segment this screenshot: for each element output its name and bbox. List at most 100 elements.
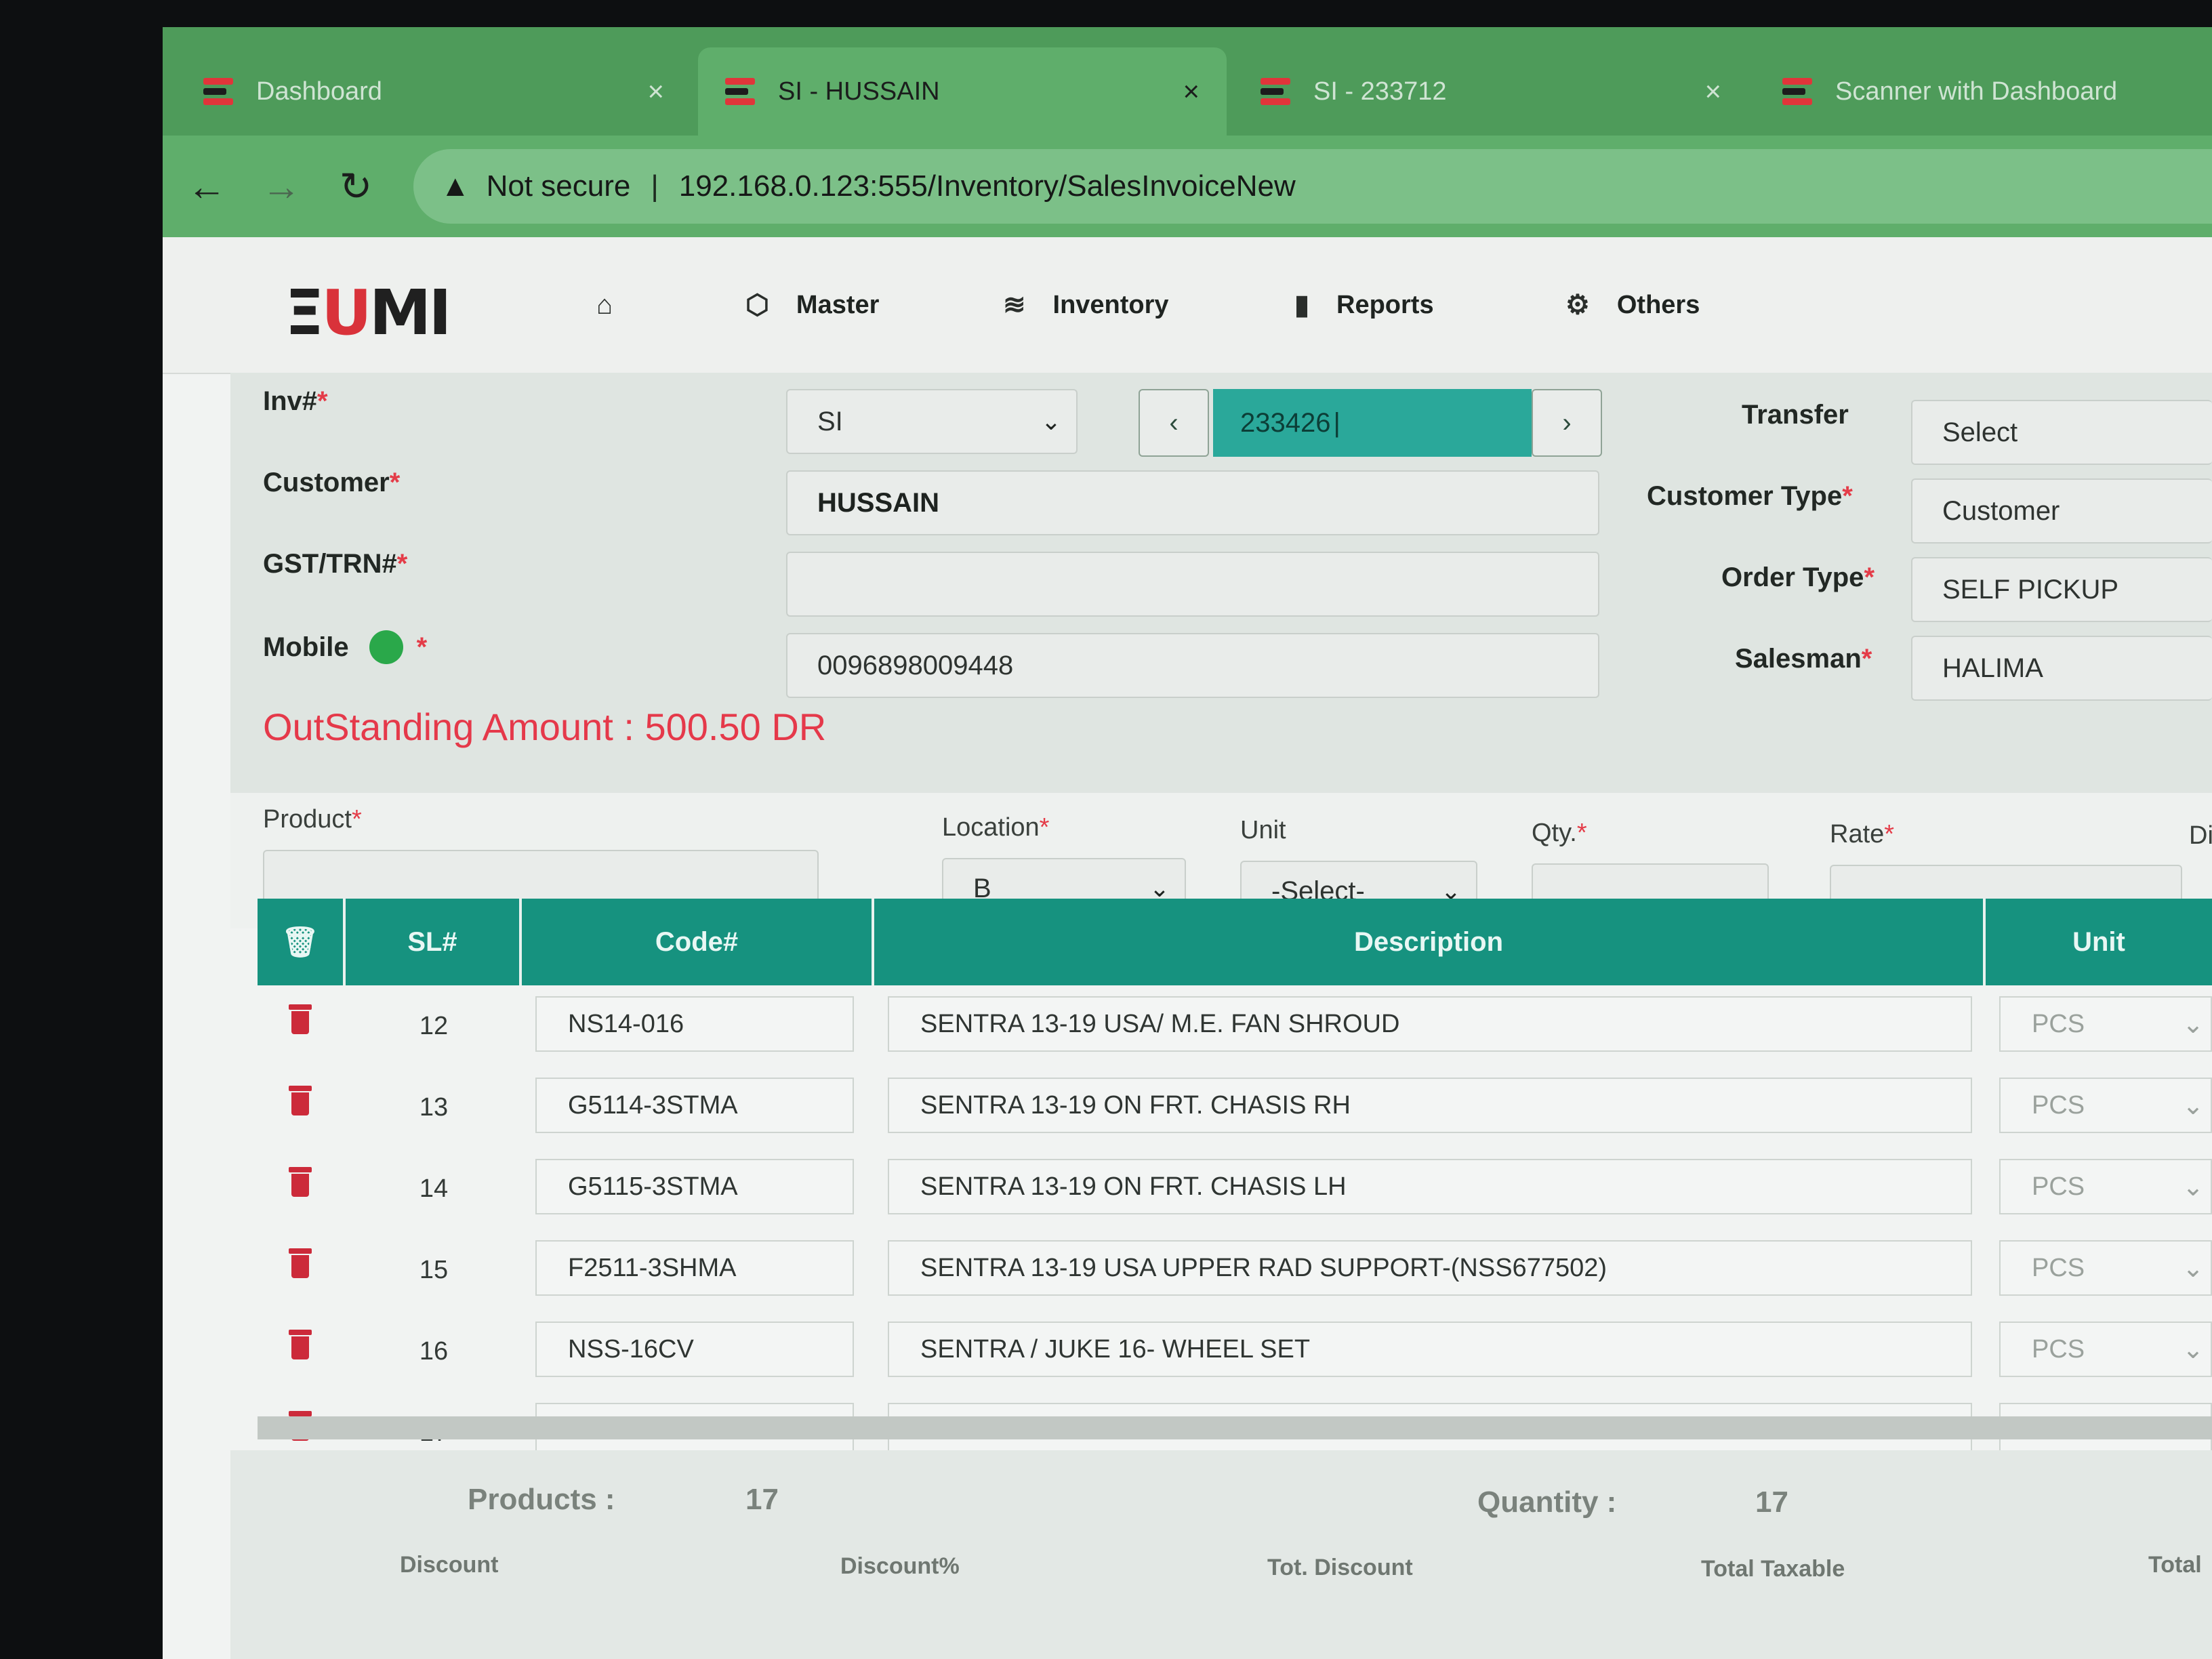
trash-icon[interactable] <box>289 1167 312 1197</box>
mobile-value: 0096898009448 <box>817 650 1014 680</box>
row-unit-value: PCS <box>2032 1334 2085 1364</box>
totals-section: Products : 17 Quantity : 17 Discount Dis… <box>230 1450 2212 1659</box>
tab-si-233712[interactable]: SI - 233712 × <box>1233 47 1748 136</box>
browser-tab-strip: Dashboard × SI - HUSSAIN × SI - 233712 ×… <box>163 27 2212 136</box>
row-unit-select[interactable]: PCS ⌄ <box>1999 1078 2212 1133</box>
app-favicon-icon <box>1782 75 1815 108</box>
tot-discount-label: Tot. Discount <box>1267 1555 1413 1580</box>
whatsapp-icon[interactable] <box>369 630 403 664</box>
customer-type-value: Customer <box>1942 495 2060 526</box>
row-unit-select[interactable]: PCS ⌄ <box>1999 1159 2212 1214</box>
row-unit-value: PCS <box>2032 1009 2085 1038</box>
salesman-select[interactable]: HALIMA <box>1911 636 2212 701</box>
trash-icon[interactable] <box>289 1086 312 1115</box>
nav-label: Reports <box>1336 290 1434 319</box>
tab-title: Dashboard <box>256 77 382 106</box>
table-row: 15 F2511-3SHMA SENTRA 13-19 USA UPPER RA… <box>258 1229 2212 1311</box>
customer-value: HUSSAIN <box>817 487 940 518</box>
prev-invoice-button[interactable]: ‹ <box>1139 389 1209 457</box>
chevron-down-icon: ⌄ <box>2182 1010 2204 1039</box>
tab-title: SI - HUSSAIN <box>778 77 940 106</box>
gst-input[interactable] <box>786 552 1599 617</box>
discount-label: Di <box>2189 821 2212 850</box>
product-label: Product* <box>263 805 362 834</box>
row-description-input[interactable]: SENTRA / JUKE 16- WHEEL SET <box>888 1322 1972 1377</box>
close-icon[interactable]: × <box>647 75 664 108</box>
app-logo[interactable]: ΞUMI <box>285 276 452 349</box>
url-text: 192.168.0.123:555/Inventory/SalesInvoice… <box>678 169 1296 203</box>
chevron-down-icon: ⌄ <box>2182 1254 2204 1283</box>
salesman-label: Salesman* <box>1735 644 1872 674</box>
divider: | <box>651 169 659 203</box>
row-code-input[interactable]: G5114-3STMA <box>535 1078 854 1133</box>
customer-input[interactable]: HUSSAIN <box>786 470 1599 535</box>
total-label: Total <box>2148 1552 2202 1578</box>
row-description-input[interactable]: SENTRA 13-19 ON FRT. CHASIS LH <box>888 1159 1972 1214</box>
forward-icon[interactable]: → <box>251 156 312 217</box>
row-code-input[interactable]: NSS-16CV <box>535 1322 854 1377</box>
invoice-number-input[interactable]: 233426 | <box>1213 389 1532 457</box>
order-type-select[interactable]: SELF PICKUP <box>1911 557 2212 622</box>
close-icon[interactable]: × <box>1183 75 1200 108</box>
address-bar[interactable]: ▲ Not secure | 192.168.0.123:555/Invento… <box>413 149 2212 224</box>
nav-home[interactable]: ⌂ <box>596 237 640 373</box>
row-unit-select[interactable]: PCS ⌄ <box>1999 1322 2212 1377</box>
location-label: Location* <box>942 813 1050 842</box>
quantity-value: 17 <box>1755 1486 1788 1519</box>
security-label: Not secure <box>486 169 631 203</box>
row-description-input[interactable]: SENTRA 13-19 USA/ M.E. FAN SHROUD <box>888 996 1972 1052</box>
close-icon[interactable]: × <box>1704 75 1721 108</box>
row-description-input[interactable]: SENTRA 13-19 ON FRT. CHASIS RH <box>888 1078 1972 1133</box>
trash-icon[interactable] <box>289 1004 312 1034</box>
row-code-input[interactable]: G5115-3STMA <box>535 1159 854 1214</box>
rate-label: Rate* <box>1830 820 1895 848</box>
transfer-select[interactable]: Select <box>1911 400 2212 465</box>
browser-toolbar: ← → ↻ ▲ Not secure | 192.168.0.123:555/I… <box>163 136 2212 237</box>
outstanding-amount: OutStanding Amount : 500.50 DR <box>263 705 827 748</box>
horizontal-scrollbar[interactable] <box>258 1416 2212 1439</box>
inv-type-select[interactable]: SI ⌄ <box>786 389 1078 454</box>
unit-header: Unit <box>2072 926 2125 957</box>
row-code-input[interactable]: NS14-016 <box>535 996 854 1052</box>
reload-icon[interactable]: ↻ <box>325 156 386 217</box>
nav-reports[interactable]: ▮ Reports <box>1294 237 1434 373</box>
nav-master[interactable]: ⬡ Master <box>745 237 879 373</box>
table-header: 🗑 SL# Code# Description Unit <box>258 899 2212 985</box>
transfer-value: Select <box>1942 417 2018 447</box>
tab-si-hussain[interactable]: SI - HUSSAIN × <box>698 47 1227 136</box>
row-code-input[interactable]: F2511-3SHMA <box>535 1240 854 1296</box>
sl-header: SL# <box>346 899 522 985</box>
back-icon[interactable]: ← <box>176 156 237 217</box>
mobile-input[interactable]: 0096898009448 <box>786 633 1599 698</box>
chevron-down-icon: ⌄ <box>2182 1335 2204 1364</box>
app-favicon-icon <box>1261 75 1293 108</box>
inv-label: Inv#* <box>263 386 328 416</box>
cube-icon: ⬡ <box>745 290 769 320</box>
nav-inventory[interactable]: ≋ Inventory <box>1003 237 1169 373</box>
total-taxable-label: Total Taxable <box>1701 1556 1845 1582</box>
delete-column-header: 🗑 <box>258 899 346 985</box>
tab-scanner[interactable]: Scanner with Dashboard <box>1755 47 2212 136</box>
row-unit-value: PCS <box>2032 1172 2085 1201</box>
row-sl: 15 <box>419 1255 449 1284</box>
row-unit-select[interactable]: PCS ⌄ <box>1999 996 2212 1052</box>
row-description-input[interactable]: SENTRA 13-19 USA UPPER RAD SUPPORT-(NSS6… <box>888 1240 1972 1296</box>
logo-part: U <box>321 276 372 349</box>
tab-dashboard[interactable]: Dashboard × <box>176 47 691 136</box>
invoice-number-value: 233426 <box>1240 407 1331 438</box>
products-count: 17 <box>745 1483 779 1516</box>
customer-label: Customer* <box>263 468 401 497</box>
description-header: Description <box>874 899 1986 985</box>
next-invoice-button[interactable]: › <box>1532 389 1602 457</box>
chevron-left-icon: ‹ <box>1169 407 1179 438</box>
trash-icon[interactable] <box>289 1248 312 1278</box>
trash-icon: 🗑 <box>281 926 319 959</box>
customer-type-select[interactable]: Customer <box>1911 478 2212 544</box>
row-sl: 12 <box>419 1011 449 1040</box>
row-unit-value: PCS <box>2032 1090 2085 1120</box>
discount-percent-label: Discount% <box>840 1553 960 1579</box>
row-unit-select[interactable]: PCS ⌄ <box>1999 1240 2212 1296</box>
transfer-label: Transfer <box>1742 400 1849 430</box>
trash-icon[interactable] <box>289 1330 312 1359</box>
nav-others[interactable]: ⚙ Others <box>1565 237 1700 373</box>
